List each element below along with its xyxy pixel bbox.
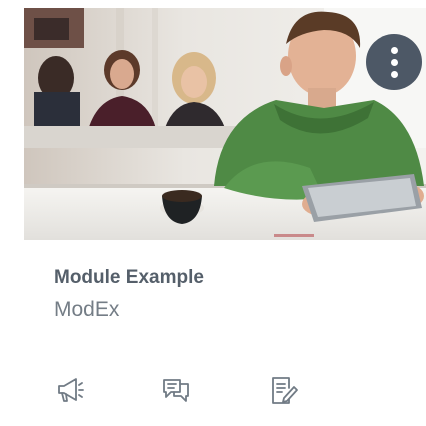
more-vertical-icon-dot — [390, 46, 398, 54]
course-photo — [24, 8, 426, 240]
course-title[interactable]: Module Example — [54, 267, 204, 289]
assignments-icon[interactable] — [268, 374, 300, 406]
card-options-button[interactable] — [366, 34, 422, 90]
discussions-icon[interactable] — [160, 374, 192, 406]
course-card-image[interactable] — [24, 8, 426, 240]
announcements-icon[interactable] — [54, 374, 86, 406]
more-vertical-icon-dot — [390, 70, 398, 78]
dashboard-page: Module Example ModEx — [0, 0, 426, 426]
course-code: ModEx — [54, 298, 120, 321]
course-card-body: Module Example ModEx — [24, 240, 426, 426]
more-vertical-icon-dot — [390, 58, 398, 66]
course-card[interactable]: Module Example ModEx — [24, 8, 426, 426]
